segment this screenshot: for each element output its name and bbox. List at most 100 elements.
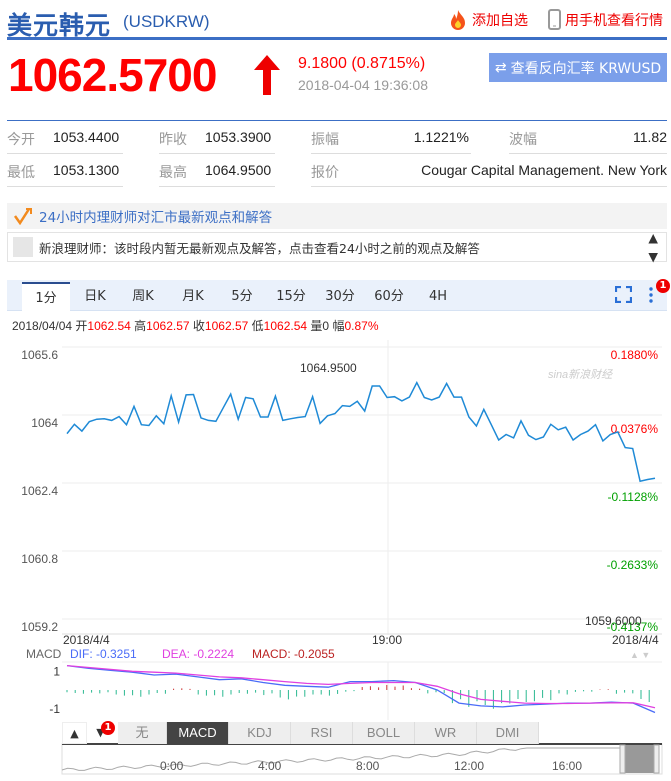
stat-label: 报价 — [311, 165, 339, 181]
tab-5min[interactable]: 5分 — [219, 282, 265, 311]
tab-monthly[interactable]: 月K — [170, 282, 216, 311]
y-tick-label: 1064 — [31, 416, 58, 430]
macd-label: MACD — [26, 647, 62, 661]
more-options-icon[interactable] — [648, 285, 654, 303]
low-label: 低 — [251, 319, 264, 333]
amplitude-value: 0.87% — [344, 319, 379, 333]
stat-value-low: 1053.1300 — [53, 162, 120, 178]
viewpoints-message-box[interactable]: 新浪理财师：该时段内暂无最新观点及解答，点击查看24小时之前的观点及解答 ▲ ▼ — [7, 230, 667, 264]
price-change: 9.1800 (0.8715%) — [298, 55, 426, 72]
header-divider — [7, 37, 667, 40]
dea-legend: DEA: -0.2224 — [162, 647, 234, 661]
phone-icon — [548, 9, 561, 30]
navigator-handle-left[interactable] — [619, 744, 626, 774]
scroll-down-icon[interactable]: ▼ — [648, 249, 658, 264]
trend-arrow-icon — [13, 208, 32, 225]
stat-value-amplitude: 1.1221% — [413, 129, 469, 145]
tab-weekly[interactable]: 周K — [120, 282, 166, 311]
indicator-tab-macd[interactable]: MACD — [167, 722, 229, 744]
stat-label: 昨收 — [159, 132, 187, 148]
macd-tick-label: -1 — [49, 702, 60, 716]
indicator-badge: 1 — [101, 721, 115, 735]
divider — [509, 153, 667, 154]
open-value: 1062.54 — [87, 319, 131, 333]
indicator-tab-wr[interactable]: WR — [415, 722, 477, 744]
navigator-handle-right[interactable] — [653, 744, 660, 774]
x-label-mid: 19:00 — [372, 633, 402, 647]
high-value: 1062.57 — [146, 319, 190, 333]
y-tick-label: 1060.8 — [21, 552, 58, 566]
high-label: 高 — [134, 319, 147, 333]
tab-1min[interactable]: 1分 — [22, 282, 70, 311]
navigator-time-label: 0:00 — [160, 759, 184, 773]
viewpoints-message: 新浪理财师：该时段内暂无最新观点及解答，点击查看24小时之前的观点及解答 — [39, 240, 480, 256]
reverse-rate-button[interactable]: ⇄ 查看反向汇率 KRWUSD — [489, 53, 667, 82]
quote-time: 2018-04-04 19:36:08 — [298, 77, 428, 93]
min-label: 1059.6000 — [585, 614, 642, 628]
y-tick-label: 1059.2 — [21, 620, 58, 634]
dea-line — [66, 664, 656, 709]
divider — [311, 153, 471, 154]
fullscreen-icon[interactable] — [615, 286, 632, 303]
dif-legend: DIF: -0.3251 — [70, 647, 137, 661]
divider — [159, 153, 275, 154]
tab-15min[interactable]: 15分 — [268, 282, 314, 311]
stat-value-open: 1053.4400 — [53, 129, 120, 145]
indicator-tabs: 无 MACD KDJ RSI BOLL WR DMI — [118, 722, 539, 744]
current-price: 1062.5700 — [8, 49, 217, 101]
viewpoints-header[interactable]: 24小时内理财师对汇市最新观点和解答 — [7, 203, 667, 229]
x-label-start: 2018/4/4 — [63, 633, 110, 647]
navigator-time-label: 12:00 — [454, 759, 484, 773]
stat-value-prev-close: 1053.3900 — [205, 129, 272, 145]
stat-label: 振幅 — [311, 132, 339, 148]
tab-4h[interactable]: 4H — [415, 282, 461, 311]
indicator-tab-none[interactable]: 无 — [118, 722, 167, 744]
scroll-arrows[interactable]: ▲ ▼ — [648, 230, 658, 264]
pct-tick-label: 0.1880% — [611, 348, 659, 362]
macd-scroll-icon[interactable]: ▲ ▼ — [630, 650, 650, 660]
pct-tick-label: -0.2633% — [607, 558, 659, 572]
stat-label: 今开 — [7, 132, 35, 148]
stat-value-range: 11.82 — [633, 129, 667, 145]
amplitude-label: 幅 — [332, 319, 345, 333]
mobile-view-label: 用手机查看行情 — [565, 12, 663, 29]
divider — [7, 153, 123, 154]
macd-tick-label: 1 — [53, 664, 60, 678]
divider — [7, 186, 123, 187]
navigator-time-label: 8:00 — [356, 759, 380, 773]
ohlc-date: 2018/04/04 — [12, 319, 73, 333]
low-value: 1062.54 — [263, 319, 308, 333]
scroll-up-icon[interactable]: ▲ — [648, 230, 658, 245]
stat-label: 最低 — [7, 165, 35, 181]
tab-daily[interactable]: 日K — [72, 282, 118, 311]
tab-30min[interactable]: 30分 — [317, 282, 363, 311]
stat-label: 最高 — [159, 165, 187, 181]
indicator-tab-rsi[interactable]: RSI — [291, 722, 353, 744]
notification-badge: 1 — [656, 279, 670, 293]
stat-value-quoter: Cougar Capital Management. New York — [421, 162, 667, 178]
divider — [311, 186, 667, 187]
mobile-view-link[interactable]: 用手机查看行情 — [548, 9, 663, 30]
macd-legend: MACD: -0.2055 — [252, 647, 335, 661]
indicator-tab-kdj[interactable]: KDJ — [229, 722, 291, 744]
tab-60min[interactable]: 60分 — [366, 282, 412, 311]
price-line — [66, 380, 656, 483]
indicator-up-button[interactable]: ▲ — [62, 722, 87, 744]
navigator-time-label: 16:00 — [552, 759, 582, 773]
pct-tick-label: -0.1128% — [608, 490, 659, 504]
quote-divider — [7, 120, 667, 121]
close-value: 1062.57 — [204, 319, 249, 333]
max-label: 1064.9500 — [300, 361, 357, 375]
indicator-tab-dmi[interactable]: DMI — [477, 722, 539, 744]
up-arrow-icon — [254, 55, 280, 95]
stat-value-high: 1064.9500 — [205, 162, 272, 178]
pct-tick-label: 0.0376% — [611, 422, 659, 436]
price-chart[interactable]: sina新浪财经 1065.6 1064 1062.4 1060.8 1059.2 0.1… — [0, 340, 671, 781]
x-label-end: 2018/4/4 — [612, 633, 659, 647]
add-watchlist-button[interactable]: 添加自选 — [448, 9, 528, 31]
volume-value: 0 — [322, 319, 330, 333]
stat-label: 波幅 — [509, 132, 537, 148]
indicator-tab-boll[interactable]: BOLL — [353, 722, 415, 744]
avatar — [13, 237, 33, 257]
navigator-time-label: 4:00 — [258, 759, 282, 773]
